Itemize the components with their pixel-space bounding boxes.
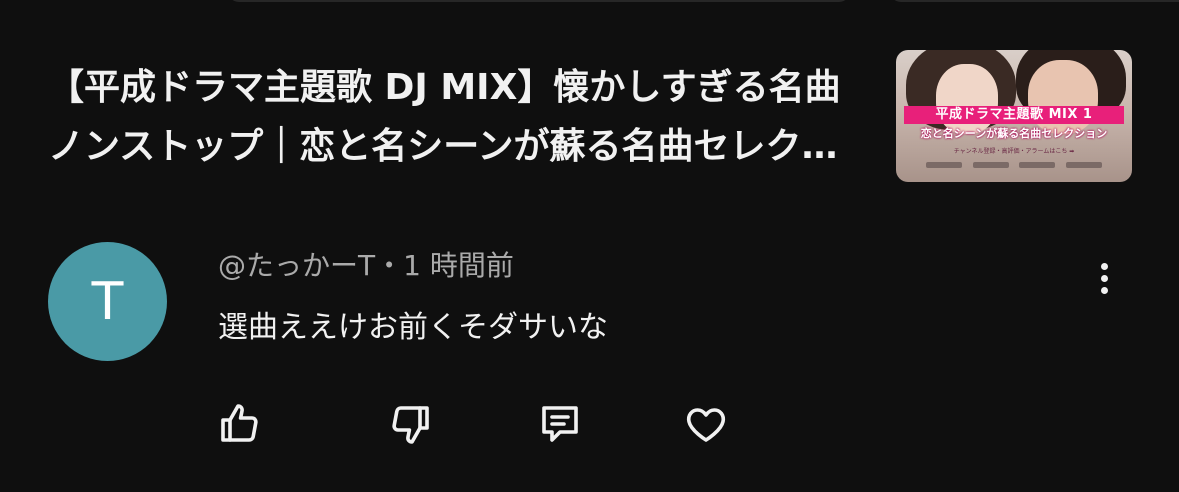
thumbnail-subtitle: 恋と名シーンが蘇る名曲セレクション	[920, 127, 1108, 140]
comment: T @たっかーT・1 時間前 選曲ええけお前くそダサいな	[48, 240, 1132, 444]
thumbs-up-icon[interactable]	[216, 400, 264, 448]
reply-comment-icon[interactable]	[536, 400, 584, 448]
avatar-letter: T	[91, 271, 124, 332]
top-chip-left[interactable]	[228, 0, 850, 2]
comment-actions	[216, 400, 776, 448]
top-chip-right[interactable]	[890, 0, 1179, 2]
heart-icon[interactable]	[682, 400, 730, 448]
video-thumbnail[interactable]: 平成ドラマ主題歌 MIX 1 恋と名シーンが蘇る名曲セレクション チャンネル登録…	[896, 50, 1132, 182]
video-card[interactable]: 【平成ドラマ主題歌 DJ MIX】懐かしすぎる名曲ノンストップ｜恋と名シーンが蘇…	[48, 50, 1132, 182]
more-vertical-icon[interactable]	[1088, 258, 1120, 298]
thumbnail-fine-print: チャンネル登録・高評価・アラームはこち ➡	[953, 148, 1075, 155]
thumbnail-social-row	[926, 162, 1102, 168]
meta-separator: ・	[375, 249, 404, 282]
comment-text: 選曲ええけお前くそダサいな	[218, 310, 608, 345]
comment-time: 1 時間前	[403, 249, 514, 282]
thumbnail-banner: 平成ドラマ主題歌 MIX 1	[904, 106, 1124, 124]
thumbs-down-icon[interactable]	[386, 400, 434, 448]
comment-author[interactable]: @たっかーT	[218, 249, 375, 282]
comment-meta: @たっかーT・1 時間前	[218, 246, 514, 286]
video-title[interactable]: 【平成ドラマ主題歌 DJ MIX】懐かしすぎる名曲ノンストップ｜恋と名シーンが蘇…	[48, 58, 860, 176]
avatar[interactable]: T	[48, 242, 167, 361]
